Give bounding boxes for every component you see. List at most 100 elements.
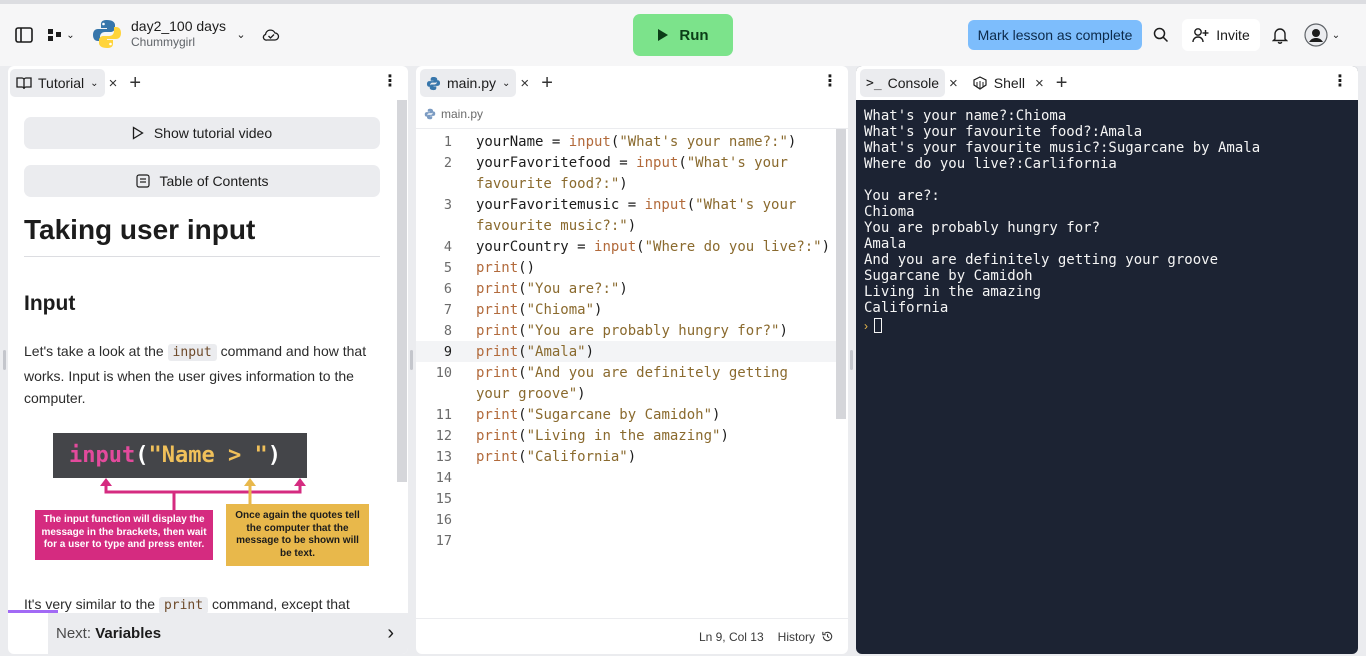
repl-name: day2_100 days (131, 18, 226, 34)
code-text: ) (577, 386, 586, 402)
code-text: ( (518, 281, 527, 297)
code-text: () (518, 260, 536, 276)
repl-title[interactable]: day2_100 days Chummygirl (131, 18, 226, 49)
console-tabbar: >_ Console × Shell × + (856, 66, 1358, 100)
code-function: print (476, 281, 519, 297)
history-label: History (777, 629, 815, 644)
add-user-icon (1192, 28, 1209, 43)
code-function: print (476, 302, 519, 318)
line-number: 14 (435, 470, 452, 486)
tab-main-py[interactable]: main.py ⌄ (420, 69, 517, 97)
tab-main-py-label: main.py (447, 75, 497, 91)
add-tab-icon[interactable]: + (533, 72, 561, 95)
line-number: 1 (443, 134, 452, 150)
code-line: print("Chioma") (476, 302, 602, 318)
line-number: 6 (443, 281, 452, 297)
code-function: input (636, 155, 679, 171)
run-button[interactable]: Run (633, 14, 733, 56)
bell-icon[interactable] (1267, 22, 1293, 48)
next-lesson-label: Variables (95, 625, 162, 642)
code-string: "You are probably hungry for?" (526, 323, 780, 339)
code-editor[interactable]: 1 yourName = input("What's your name?:") 2… (416, 128, 848, 618)
console-output[interactable]: What's your name?:Chioma What's your fav… (864, 108, 1260, 316)
editor-scrollbar[interactable] (836, 129, 846, 419)
scrollbar[interactable] (397, 100, 407, 482)
search-icon[interactable] (1148, 22, 1174, 48)
code-text: ) (594, 302, 603, 318)
code-line: yourFavoritefood = input("What's your (476, 155, 788, 171)
tab-shell[interactable]: Shell (966, 69, 1031, 97)
sidebar-toggle-icon[interactable] (11, 22, 37, 48)
tab-console-label: Console (887, 75, 940, 91)
show-tutorial-video-button[interactable]: Show tutorial video (24, 117, 380, 149)
history-button[interactable]: History (778, 630, 834, 644)
list-icon (135, 174, 150, 188)
next-lesson-bar[interactable]: Next: Variables › (48, 613, 408, 654)
terminal-icon: >_ (866, 75, 882, 91)
code-function: print (476, 428, 519, 444)
close-tab-icon[interactable]: × (1031, 75, 1048, 92)
resize-handle-left[interactable] (410, 350, 413, 370)
tab-tutorial-label: Tutorial (38, 75, 85, 91)
code-string: "Amala" (526, 344, 586, 360)
close-tab-icon[interactable]: × (945, 75, 962, 92)
code-text: ( (518, 407, 527, 423)
code-function: input (594, 239, 637, 255)
close-tab-icon[interactable]: × (516, 75, 533, 92)
tutorial-pane: Tutorial ⌄ × + ⋮ Show tutorial video Tab… (8, 66, 408, 654)
python-file-icon (426, 76, 441, 90)
avatar[interactable]: ⌄ (1302, 22, 1342, 48)
close-tab-icon[interactable]: × (105, 75, 122, 92)
code-string: "What's your name?:" (619, 134, 788, 150)
code-line: print("California") (476, 449, 636, 465)
code-text: yourCountry = (476, 239, 595, 255)
code-line: favourite music?:") (476, 218, 636, 234)
chevron-down-icon: ⌄ (90, 77, 99, 89)
code-text: ) (585, 344, 595, 360)
code-line: yourName = input("What's your name?:") (476, 134, 796, 150)
code-line: print("Living in the amazing") (476, 428, 729, 444)
add-tab-icon[interactable]: + (1048, 72, 1076, 95)
pane-menu-icon[interactable]: ⋮ (822, 74, 838, 90)
console-pane: >_ Console × Shell × + ⋮ What's your nam… (856, 66, 1358, 654)
line-number: 10 (435, 365, 452, 381)
tutorial-subheading: Input (24, 292, 76, 315)
cursor-caret (874, 318, 882, 333)
console-prompt[interactable]: › (864, 318, 882, 333)
code-function: input (644, 197, 687, 213)
table-of-contents-button[interactable]: Table of Contents (24, 165, 380, 197)
code-text: yourFavoritemusic = (476, 197, 645, 213)
tab-console[interactable]: >_ Console (860, 69, 946, 97)
code-text: ) (712, 407, 721, 423)
tutorial-heading: Taking user input (24, 214, 256, 245)
chevron-down-icon[interactable]: ⌄ (234, 26, 248, 42)
pane-menu-icon[interactable]: ⋮ (1332, 74, 1348, 90)
code-line: print("You are probably hungry for?") (476, 323, 788, 339)
inline-code: print (158, 597, 209, 614)
line-number: 11 (435, 407, 452, 423)
line-number: 8 (443, 323, 452, 339)
code-string: "Chioma" (526, 302, 595, 318)
resize-handle-outer[interactable] (3, 350, 6, 370)
mark-complete-button[interactable]: Mark lesson as complete (968, 20, 1142, 50)
breadcrumb[interactable]: main.py (424, 107, 483, 121)
tab-tutorial[interactable]: Tutorial ⌄ (10, 69, 105, 97)
code-line: your groove") (476, 386, 586, 402)
workspace-menu-icon[interactable]: ⌄ (44, 24, 78, 46)
para-text: command, except that (208, 596, 350, 612)
cursor-position[interactable]: Ln 9, Col 13 (699, 630, 764, 644)
code-text: yourFavoritefood = (476, 155, 637, 171)
pane-menu-icon[interactable]: ⋮ (382, 74, 398, 90)
invite-button[interactable]: Invite (1182, 19, 1260, 51)
toc-label: Table of Contents (159, 173, 269, 189)
diagram-note-right: Once again the quotes tell the computer … (226, 504, 369, 566)
line-number: 12 (435, 428, 452, 444)
add-tab-icon[interactable]: + (121, 72, 149, 95)
resize-handle-right[interactable] (850, 350, 853, 370)
code-text: ) (627, 218, 637, 234)
code-string: favourite music?:" (476, 218, 628, 234)
code-function: input (568, 134, 611, 150)
code-text: ( (636, 239, 645, 255)
cloud-saved-icon (261, 26, 281, 44)
tab-shell-label: Shell (993, 75, 1025, 91)
